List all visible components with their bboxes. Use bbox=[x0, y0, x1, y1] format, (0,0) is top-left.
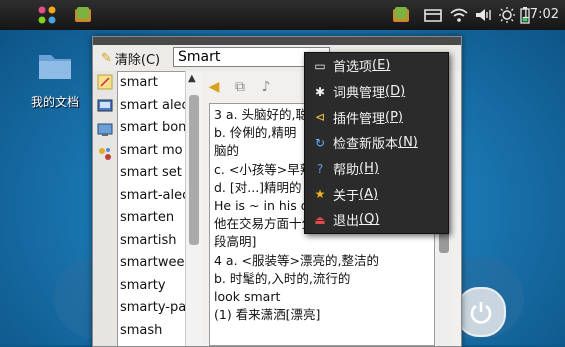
word-list-scrollbar[interactable]: ▲ bbox=[185, 71, 202, 346]
lookup-tab-icon[interactable] bbox=[96, 73, 114, 91]
app-launcher-icon[interactable] bbox=[36, 4, 58, 26]
broom-icon: ✎ bbox=[101, 50, 112, 66]
definition-line: 段高明] bbox=[214, 234, 257, 250]
folder-icon bbox=[39, 55, 71, 79]
menu-item-check-update[interactable]: ↻ 检查新版本 (N) bbox=[305, 130, 448, 156]
menu-item-label: 关于 bbox=[333, 188, 360, 204]
menu-item-key: (P) bbox=[385, 109, 403, 125]
volume-icon[interactable] bbox=[472, 4, 494, 26]
copy-icon[interactable]: ⧉ bbox=[231, 78, 249, 96]
power-icon bbox=[470, 302, 492, 324]
dictionary-manager-icon: ✱ bbox=[314, 84, 326, 99]
menu-item-key: (H) bbox=[359, 161, 379, 177]
definition-line: b. 时髦的,入时的,流行的 bbox=[214, 270, 351, 286]
dictionary-app-icon[interactable] bbox=[72, 4, 94, 26]
dictionary-tray-icon[interactable] bbox=[390, 4, 412, 26]
brightness-icon[interactable] bbox=[496, 4, 518, 26]
chevron-up-icon[interactable]: ▲ bbox=[188, 73, 196, 84]
definition-line: 4 a. <服装等>漂亮的,整洁的 bbox=[214, 252, 379, 268]
menu-item-label: 首选项 bbox=[333, 60, 373, 76]
menu-item-label: 检查新版本 bbox=[333, 137, 399, 153]
menu-item-help[interactable]: ? 帮助 (H) bbox=[305, 156, 448, 182]
clear-label: 清除(C) bbox=[114, 52, 161, 68]
definition-line: (1) 看来潇洒[漂亮] bbox=[214, 307, 321, 323]
monitor-tab-icon[interactable] bbox=[96, 121, 114, 139]
tool-icon-bar bbox=[93, 71, 117, 346]
plugin-manager-icon: ⊲ bbox=[314, 110, 326, 125]
definition-line: look smart bbox=[214, 289, 281, 305]
scroll-thumb[interactable] bbox=[189, 95, 199, 245]
menu-item-about[interactable]: ★ 关于 (A) bbox=[305, 181, 448, 207]
top-panel: 17:02 bbox=[0, 0, 565, 30]
back-arrow-icon[interactable]: ◀ bbox=[205, 78, 223, 96]
menu-item-key: (Q) bbox=[359, 212, 380, 228]
files-icon[interactable] bbox=[422, 4, 444, 26]
menu-item-label: 词典管理 bbox=[333, 86, 386, 102]
settings-tab-icon[interactable] bbox=[96, 145, 114, 163]
menu-item-plugin-manager[interactable]: ⊲ 插件管理 (P) bbox=[305, 104, 448, 130]
window-titlebar[interactable] bbox=[93, 37, 461, 45]
quit-icon: ⏏ bbox=[314, 212, 326, 227]
context-menu: ▭ 首选项 (E) ✱ 词典管理 (D) ⊲ 插件管理 (P) ↻ 检查新版本 (N) … bbox=[304, 52, 449, 234]
menu-item-label: 帮助 bbox=[333, 163, 360, 179]
menu-item-dictionary-manager[interactable]: ✱ 词典管理 (D) bbox=[305, 79, 448, 105]
desktop-documents[interactable]: 我的文档 bbox=[20, 45, 90, 110]
help-icon: ? bbox=[316, 161, 324, 176]
screen-capture-icon[interactable] bbox=[96, 97, 114, 115]
speak-icon[interactable]: ♪ bbox=[257, 78, 275, 96]
clear-button[interactable]: ✎ 清除(C) bbox=[101, 49, 161, 68]
clock[interactable]: 17:02 bbox=[522, 7, 559, 22]
menu-item-label: 退出 bbox=[333, 214, 360, 230]
menu-item-key: (N) bbox=[398, 135, 418, 151]
menu-item-key: (D) bbox=[385, 84, 406, 100]
menu-item-key: (E) bbox=[372, 58, 391, 74]
menu-item-preferences[interactable]: ▭ 首选项 (E) bbox=[305, 53, 448, 79]
wifi-icon[interactable] bbox=[448, 4, 470, 26]
menu-item-key: (A) bbox=[359, 186, 379, 202]
documents-label: 我的文档 bbox=[30, 95, 79, 109]
about-star-icon: ★ bbox=[314, 187, 326, 202]
menu-item-label: 插件管理 bbox=[333, 111, 386, 127]
check-update-icon: ↻ bbox=[314, 135, 326, 150]
power-button[interactable] bbox=[456, 287, 506, 337]
preferences-icon: ▭ bbox=[314, 58, 326, 73]
menu-item-quit[interactable]: ⏏ 退出 (Q) bbox=[305, 207, 448, 233]
